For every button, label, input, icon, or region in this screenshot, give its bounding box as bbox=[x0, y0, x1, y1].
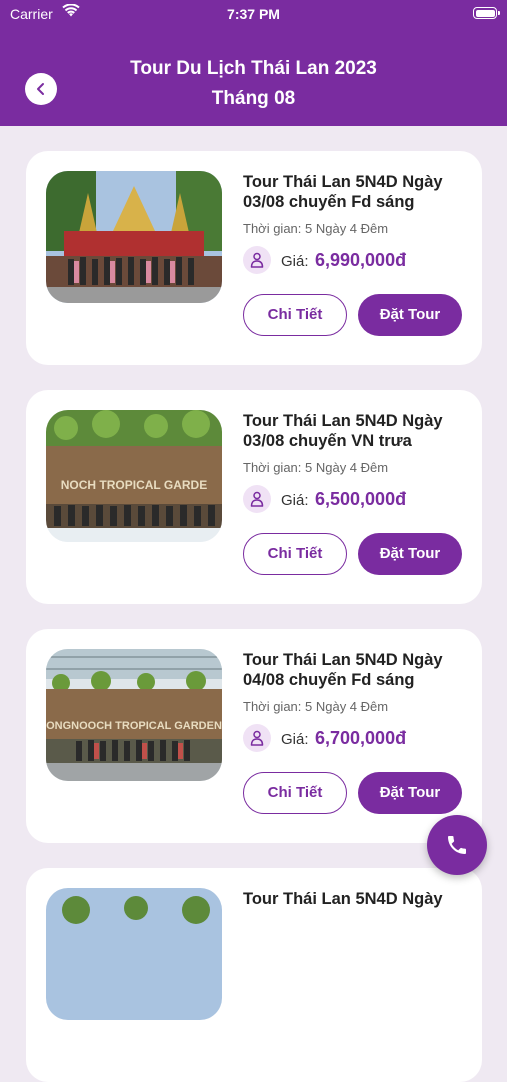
tour-card[interactable]: Tour Thái Lan 5N4D Ngày bbox=[26, 868, 482, 1082]
price-label: Giá: bbox=[281, 731, 309, 748]
book-tour-button[interactable]: Đặt Tour bbox=[358, 294, 462, 336]
tour-card[interactable]: Tour Thái Lan 5N4D Ngày 03/08 chuyến Fd … bbox=[26, 151, 482, 365]
price-label: Giá: bbox=[281, 492, 309, 509]
tour-card[interactable]: ONGNOOCH TROPICAL GARDEN Tour Thái Lan 5… bbox=[26, 629, 482, 843]
price-value: 6,500,000đ bbox=[315, 489, 407, 509]
back-button[interactable] bbox=[25, 73, 57, 105]
tour-title-line1: Tour Thái Lan 5N4D Ngày bbox=[243, 890, 443, 908]
tour-duration: Thời gian: 5 Ngày 4 Đêm bbox=[243, 460, 389, 475]
status-bar: Carrier 7:37 PM bbox=[0, 0, 507, 30]
page-title-line1: Tour Du Lịch Thái Lan 2023 bbox=[130, 58, 377, 79]
person-icon bbox=[243, 485, 271, 513]
call-button[interactable] bbox=[427, 815, 487, 875]
phone-icon bbox=[448, 836, 466, 854]
tour-title-line2: 03/08 chuyến VN trưa bbox=[243, 432, 412, 450]
tour-title-line2: 03/08 chuyến Fd sáng bbox=[243, 193, 415, 211]
battery-icon bbox=[473, 7, 500, 19]
detail-button[interactable]: Chi Tiết bbox=[243, 533, 347, 575]
price-label: Giá: bbox=[281, 253, 309, 270]
header: Carrier 7:37 PM Tour Du Lịch Thái Lan 20… bbox=[0, 0, 507, 126]
tour-duration: Thời gian: 5 Ngày 4 Đêm bbox=[243, 221, 389, 236]
tour-duration: Thời gian: 5 Ngày 4 Đêm bbox=[243, 699, 389, 714]
price-value: 6,700,000đ bbox=[315, 728, 407, 748]
book-tour-button[interactable]: Đặt Tour bbox=[358, 772, 462, 814]
page-title-line2: Tháng 08 bbox=[211, 88, 296, 109]
tour-image-sign-text: ONGNOOCH TROPICAL GARDEN bbox=[46, 720, 222, 732]
tour-title-line1: Tour Thái Lan 5N4D Ngày bbox=[243, 412, 443, 430]
person-icon bbox=[243, 724, 271, 752]
status-time: 7:37 PM bbox=[227, 6, 280, 22]
tour-title-line1: Tour Thái Lan 5N4D Ngày bbox=[243, 173, 443, 191]
price-value: 6,990,000đ bbox=[315, 250, 407, 270]
tour-card[interactable]: NOCH TROPICAL GARDE Tour Thái Lan 5N4D N… bbox=[26, 390, 482, 604]
person-icon bbox=[243, 246, 271, 274]
chevron-left-icon bbox=[37, 83, 44, 95]
tour-image-sign-text: NOCH TROPICAL GARDE bbox=[61, 478, 207, 492]
tour-image[interactable] bbox=[46, 171, 222, 303]
detail-button[interactable]: Chi Tiết bbox=[243, 772, 347, 814]
tour-title-line2: 04/08 chuyến Fd sáng bbox=[243, 671, 415, 689]
tour-image[interactable]: ONGNOOCH TROPICAL GARDEN bbox=[46, 649, 222, 781]
tour-image[interactable]: NOCH TROPICAL GARDE bbox=[46, 410, 222, 542]
detail-button[interactable]: Chi Tiết bbox=[243, 294, 347, 336]
tour-title-line1: Tour Thái Lan 5N4D Ngày bbox=[243, 651, 443, 669]
tour-image[interactable] bbox=[46, 888, 222, 1020]
book-tour-button[interactable]: Đặt Tour bbox=[358, 533, 462, 575]
